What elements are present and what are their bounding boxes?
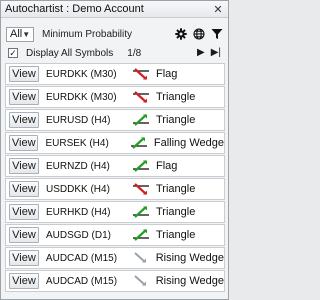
- view-button[interactable]: View: [9, 66, 39, 82]
- pattern-trend-icon: [132, 90, 150, 104]
- chevron-down-icon: ▼: [22, 29, 31, 39]
- display-all-checkbox[interactable]: ✓: [8, 48, 18, 58]
- pattern-trend-icon: [132, 67, 150, 81]
- symbol-label: AUDCAD (M15): [45, 275, 118, 287]
- list-item: View EURUSD (H4) Triangle: [5, 109, 225, 131]
- list-item: View AUDCAD (M15) Rising Wedge: [5, 247, 225, 269]
- pattern-label: Flag: [156, 160, 178, 172]
- symbol-label: EURDKK (M30): [46, 91, 117, 103]
- pattern-trend-icon: [132, 113, 150, 127]
- pattern-label: Triangle: [156, 229, 196, 241]
- symbol-label: EURUSD (H4): [46, 114, 111, 126]
- pattern-trend-icon: [132, 159, 150, 173]
- list-item: View EURNZD (H4) Flag: [5, 155, 225, 177]
- pattern-label: Rising Wedge: [155, 275, 224, 287]
- pattern-trend-icon: [130, 136, 148, 150]
- list-item: View EURDKK (M30) Triangle: [5, 86, 225, 108]
- list-item: View EURDKK (M30) Flag: [5, 63, 225, 85]
- display-all-label: Display All Symbols: [26, 47, 114, 59]
- view-button[interactable]: View: [9, 204, 39, 220]
- toolbar: [175, 28, 223, 40]
- pattern-trend-icon: [132, 205, 150, 219]
- pattern-label: Triangle: [156, 91, 196, 103]
- list-item: View USDDKK (H4) Triangle: [5, 178, 225, 200]
- view-button[interactable]: View: [9, 181, 39, 197]
- view-button[interactable]: View: [9, 273, 39, 289]
- pattern-label: Rising Wedge: [155, 252, 224, 264]
- pattern-trend-icon: [132, 251, 150, 265]
- list-item: View EURHKD (H4) Triangle: [5, 201, 225, 223]
- symbol-label: AUDCAD (M15): [45, 252, 118, 264]
- display-options: ✓ Display All Symbols 1/8 ▶ ▶|: [1, 46, 228, 60]
- pattern-trend-icon: [132, 228, 150, 242]
- symbol-label: AUDSGD (D1): [46, 229, 112, 241]
- symbol-label: USDDKK (H4): [46, 183, 110, 195]
- page-indicator: 1/8: [127, 47, 142, 59]
- globe-icon[interactable]: [193, 28, 205, 40]
- window-title: Autochartist : Demo Account: [5, 3, 144, 15]
- next-page-icon[interactable]: ▶: [197, 48, 205, 58]
- symbol-label: EURSEK (H4): [45, 137, 109, 149]
- view-button[interactable]: View: [9, 227, 39, 243]
- pattern-label: Triangle: [156, 114, 196, 126]
- pager: ▶ ▶|: [197, 48, 221, 58]
- pattern-label: Falling Wedge: [153, 137, 224, 149]
- view-button[interactable]: View: [9, 135, 39, 151]
- filter-select-value: All: [10, 28, 23, 40]
- autochartist-panel: Autochartist : Demo Account ✕ All ▼ Mini…: [0, 0, 229, 300]
- pattern-label: Flag: [156, 68, 178, 80]
- view-button[interactable]: View: [9, 112, 39, 128]
- list-item: View AUDCAD (M15) Rising Wedge: [5, 270, 225, 292]
- symbol-label: EURNZD (H4): [46, 160, 110, 172]
- view-button[interactable]: View: [9, 158, 39, 174]
- pattern-label: Triangle: [156, 206, 196, 218]
- list-item: View AUDSGD (D1) Triangle: [5, 224, 225, 246]
- close-icon[interactable]: ✕: [212, 3, 224, 16]
- list-item: View EURSEK (H4) Falling Wedge: [5, 132, 225, 154]
- pattern-list: View EURDKK (M30) Flag View EURDKK (M30)…: [5, 63, 225, 293]
- filter-icon[interactable]: [211, 28, 223, 40]
- view-button[interactable]: View: [9, 89, 39, 105]
- symbol-label: EURDKK (M30): [46, 68, 117, 80]
- pattern-trend-icon: [132, 182, 150, 196]
- title-bar: Autochartist : Demo Account ✕: [1, 1, 228, 18]
- gear-icon[interactable]: [175, 28, 187, 40]
- filter-select[interactable]: All ▼: [6, 26, 34, 42]
- pattern-label: Triangle: [156, 183, 196, 195]
- minimum-probability-label: Minimum Probability: [42, 28, 133, 40]
- pattern-trend-icon: [132, 274, 150, 288]
- symbol-label: EURHKD (H4): [46, 206, 111, 218]
- filter-bar: All ▼ Minimum Probability: [1, 24, 228, 44]
- last-page-icon[interactable]: ▶|: [211, 48, 221, 58]
- view-button[interactable]: View: [9, 250, 39, 266]
